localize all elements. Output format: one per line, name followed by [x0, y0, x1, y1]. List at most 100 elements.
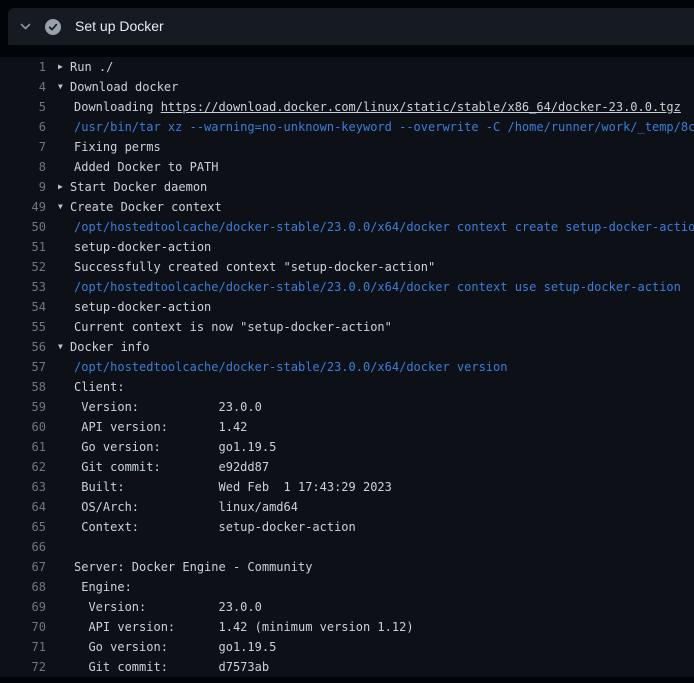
line-number[interactable]: 7 [0, 137, 46, 157]
log-command-text: /opt/hostedtoolcache/docker-stable/23.0.… [46, 357, 694, 377]
line-number[interactable]: 71 [0, 637, 46, 657]
line-number[interactable]: 4 [0, 77, 46, 97]
log-text: Client: [46, 377, 694, 397]
log-url-link[interactable]: https://download.docker.com/linux/static… [161, 100, 681, 114]
log-line: 55Current context is now "setup-docker-a… [0, 317, 694, 337]
log-line: 64 OS/Arch: linux/amd64 [0, 497, 694, 517]
step-title: Set up Docker [75, 8, 164, 45]
triangle-down-icon: ▼ [58, 77, 63, 97]
log-text: Go version: go1.19.5 [46, 437, 694, 457]
log-text: Server: Docker Engine - Community [46, 557, 694, 577]
triangle-down-icon: ▼ [58, 197, 63, 217]
log-line: 59 Version: 23.0.0 [0, 397, 694, 417]
log-line: 69 Version: 23.0.0 [0, 597, 694, 617]
group-title: Run ./ [70, 60, 113, 74]
line-number[interactable]: 61 [0, 437, 46, 457]
line-number[interactable]: 72 [0, 657, 46, 677]
triangle-right-icon: ▶ [58, 177, 63, 197]
line-number[interactable]: 58 [0, 377, 46, 397]
log-text: Added Docker to PATH [46, 157, 694, 177]
line-number[interactable]: 52 [0, 257, 46, 277]
log-group-toggle[interactable]: ▼ Docker info [46, 337, 694, 357]
line-number[interactable]: 49 [0, 197, 46, 217]
line-number[interactable]: 60 [0, 417, 46, 437]
line-number[interactable]: 56 [0, 337, 46, 357]
log-text: Git commit: e92dd87 [46, 457, 694, 477]
log-line: 66 [0, 537, 694, 557]
log-text: Version: 23.0.0 [46, 397, 694, 417]
line-number[interactable]: 65 [0, 517, 46, 537]
group-title: Download docker [70, 80, 178, 94]
log-line: 56 ▼ Docker info [0, 337, 694, 357]
line-number[interactable]: 6 [0, 117, 46, 137]
log-line: 50/opt/hostedtoolcache/docker-stable/23.… [0, 217, 694, 237]
triangle-right-icon: ▶ [58, 57, 63, 77]
line-number[interactable]: 51 [0, 237, 46, 257]
log-line: 60 API version: 1.42 [0, 417, 694, 437]
log-line: 57/opt/hostedtoolcache/docker-stable/23.… [0, 357, 694, 377]
chevron-down-icon[interactable] [19, 20, 32, 33]
log-text: Current context is now "setup-docker-act… [46, 317, 694, 337]
line-number[interactable]: 70 [0, 617, 46, 637]
log-line: 58Client: [0, 377, 694, 397]
line-number[interactable]: 64 [0, 497, 46, 517]
log-line: 4 ▼ Download docker [0, 77, 694, 97]
line-number[interactable]: 69 [0, 597, 46, 617]
step-header[interactable]: Set up Docker [8, 8, 694, 45]
line-number[interactable]: 63 [0, 477, 46, 497]
check-circle-icon [45, 19, 61, 35]
log-line: 72 Git commit: d7573ab [0, 657, 694, 677]
log-line: 71 Go version: go1.19.5 [0, 637, 694, 657]
line-number[interactable]: 9 [0, 177, 46, 197]
log-line: 63 Built: Wed Feb 1 17:43:29 2023 [0, 477, 694, 497]
log-command-text: /opt/hostedtoolcache/docker-stable/23.0.… [46, 217, 694, 237]
log-line: 67Server: Docker Engine - Community [0, 557, 694, 577]
log-text: Fixing perms [46, 137, 694, 157]
log-group-toggle[interactable]: ▼ Download docker [46, 77, 694, 97]
log-text: Downloading https://download.docker.com/… [46, 97, 694, 117]
log-text: setup-docker-action [46, 237, 694, 257]
line-number[interactable]: 67 [0, 557, 46, 577]
log-text [46, 537, 694, 557]
log-line: 65 Context: setup-docker-action [0, 517, 694, 537]
group-title: Start Docker daemon [70, 180, 207, 194]
log-line: 5Downloading https://download.docker.com… [0, 97, 694, 117]
line-number[interactable]: 62 [0, 457, 46, 477]
line-number[interactable]: 1 [0, 57, 46, 77]
triangle-down-icon: ▼ [58, 337, 63, 357]
log-line: 70 API version: 1.42 (minimum version 1.… [0, 617, 694, 637]
log-text: Successfully created context "setup-dock… [46, 257, 694, 277]
line-number[interactable]: 8 [0, 157, 46, 177]
line-number[interactable]: 57 [0, 357, 46, 377]
group-title: Docker info [70, 340, 149, 354]
line-number[interactable]: 59 [0, 397, 46, 417]
workflow-log-panel: Set up Docker 1 ▶ Run ./ 4 ▼ Download docker 5… [0, 8, 694, 683]
log-text: Go version: go1.19.5 [46, 637, 694, 657]
log-text: API version: 1.42 [46, 417, 694, 437]
log-group-toggle[interactable]: ▶ Run ./ [46, 57, 694, 77]
log-line: 6/usr/bin/tar xz --warning=no-unknown-ke… [0, 117, 694, 137]
log-line: 9 ▶ Start Docker daemon [0, 177, 694, 197]
line-number[interactable]: 53 [0, 277, 46, 297]
log-group-toggle[interactable]: ▼ Create Docker context [46, 197, 694, 217]
line-number[interactable]: 54 [0, 297, 46, 317]
line-number[interactable]: 5 [0, 97, 46, 117]
line-number[interactable]: 66 [0, 537, 46, 557]
log-text-prefix: Downloading [74, 100, 161, 114]
line-number[interactable]: 55 [0, 317, 46, 337]
log-text: OS/Arch: linux/amd64 [46, 497, 694, 517]
log-text: Engine: [46, 577, 694, 597]
line-number[interactable]: 68 [0, 577, 46, 597]
log-text: Built: Wed Feb 1 17:43:29 2023 [46, 477, 694, 497]
group-title: Create Docker context [70, 200, 222, 214]
log-command-text: /usr/bin/tar xz --warning=no-unknown-key… [46, 117, 694, 137]
log-line: 61 Go version: go1.19.5 [0, 437, 694, 457]
log-line: 51setup-docker-action [0, 237, 694, 257]
log-text: setup-docker-action [46, 297, 694, 317]
log-text: Git commit: d7573ab [46, 657, 694, 677]
log-line: 52Successfully created context "setup-do… [0, 257, 694, 277]
line-number[interactable]: 50 [0, 217, 46, 237]
log-line: 49 ▼ Create Docker context [0, 197, 694, 217]
log-group-toggle[interactable]: ▶ Start Docker daemon [46, 177, 694, 197]
log-text: Context: setup-docker-action [46, 517, 694, 537]
